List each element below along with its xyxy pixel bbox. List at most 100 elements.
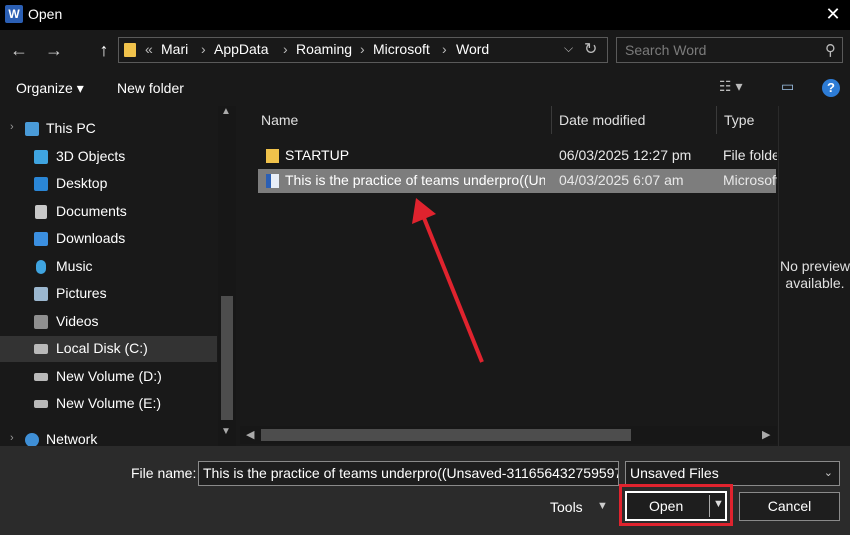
open-button[interactable]: Open ▼ <box>625 491 727 521</box>
close-button[interactable]: ✕ <box>816 0 850 30</box>
overflow-chevron-icon[interactable]: « <box>145 41 153 57</box>
drive-icon <box>34 400 48 408</box>
open-dropdown-icon[interactable]: ▼ <box>713 498 724 510</box>
forward-button[interactable]: → <box>43 39 65 61</box>
file-name: This is the practice of teams underpro((… <box>285 172 545 188</box>
file-date: 04/03/2025 6:07 am <box>559 172 684 188</box>
scrollbar-thumb[interactable] <box>221 296 233 420</box>
pictures-icon <box>34 287 48 301</box>
breadcrumb-mari[interactable]: Mari <box>161 41 188 57</box>
column-divider[interactable] <box>716 106 717 134</box>
dialog-footer: File name: This is the practice of teams… <box>0 446 850 535</box>
file-name-field[interactable]: This is the practice of teams underpro((… <box>198 461 619 486</box>
sidebar-item-downloads[interactable]: Downloads <box>0 226 217 252</box>
navigation-bar: ← → ↑ « Mari › AppData › Roaming › Micro… <box>0 30 850 70</box>
column-header-date[interactable]: Date modified <box>559 112 645 128</box>
video-icon <box>34 315 48 329</box>
scroll-left-icon[interactable]: ◀ <box>246 428 254 441</box>
sidebar-item-3d-objects[interactable]: 3D Objects <box>0 144 217 170</box>
sidebar-item-new-volume-d[interactable]: New Volume (D:) <box>0 364 217 390</box>
sidebar-item-label: Music <box>56 258 93 274</box>
open-button-label: Open <box>649 498 684 514</box>
title-bar: W Open ✕ <box>0 0 850 30</box>
sidebar-item-label: New Volume (E:) <box>56 395 162 411</box>
file-name: STARTUP <box>285 147 350 163</box>
preview-text-line: available. <box>785 275 845 291</box>
preview-pane: No preview available. <box>778 106 850 446</box>
breadcrumb-roaming[interactable]: Roaming <box>296 41 352 57</box>
sidebar-item-local-disk-c[interactable]: Local Disk (C:) <box>0 336 217 362</box>
sidebar-item-this-pc[interactable]: › This PC <box>0 116 217 142</box>
help-icon[interactable]: ? <box>822 79 840 97</box>
file-type-value: Unsaved Files <box>630 465 719 481</box>
search-placeholder: Search Word <box>625 42 707 58</box>
scroll-down-icon[interactable]: ▼ <box>221 426 231 437</box>
sidebar-item-videos[interactable]: Videos <box>0 309 217 335</box>
sidebar-item-new-volume-e[interactable]: New Volume (E:) <box>0 391 217 417</box>
scrollbar-thumb[interactable] <box>261 429 631 441</box>
file-type: File folder <box>723 147 777 163</box>
column-header-type[interactable]: Type <box>724 112 754 128</box>
scroll-up-icon[interactable]: ▲ <box>221 106 231 117</box>
sidebar-scrollbar[interactable]: ▲ ▼ <box>218 106 236 446</box>
search-input[interactable]: Search Word ⚲ <box>616 37 843 63</box>
command-toolbar: Organize ▾ New folder ☷ ▾ ▭ ? <box>0 70 850 106</box>
folder-icon <box>266 149 279 163</box>
chevron-down-icon[interactable]: ⌵ <box>564 41 573 56</box>
sidebar-item-pictures[interactable]: Pictures <box>0 281 217 307</box>
sidebar-item-label: Pictures <box>56 285 107 301</box>
sidebar-item-network[interactable]: › Network <box>0 427 217 446</box>
desktop-icon <box>34 177 48 191</box>
refresh-icon[interactable]: ↻ <box>584 39 597 59</box>
organize-button[interactable]: Organize ▾ <box>16 80 84 97</box>
cancel-button[interactable]: Cancel <box>739 492 840 521</box>
back-button[interactable]: ← <box>8 39 30 61</box>
button-divider <box>709 495 710 517</box>
file-type-select[interactable]: Unsaved Files ⌄ <box>625 461 840 486</box>
download-icon <box>34 232 48 246</box>
sidebar-item-label: Desktop <box>56 175 108 191</box>
word-doc-icon <box>266 174 279 188</box>
tools-button[interactable]: Tools <box>550 499 583 515</box>
scroll-right-icon[interactable]: ▶ <box>762 428 770 441</box>
breadcrumb-microsoft[interactable]: Microsoft <box>373 41 430 57</box>
chevron-right-icon: › <box>201 41 206 57</box>
cube-icon <box>34 150 48 164</box>
sidebar-item-label: Local Disk (C:) <box>56 340 148 356</box>
preview-text-line: No preview <box>779 258 850 274</box>
sidebar-item-desktop[interactable]: Desktop <box>0 171 217 197</box>
new-folder-button[interactable]: New folder <box>117 80 184 96</box>
up-button[interactable]: ↑ <box>93 39 115 61</box>
breadcrumb-word[interactable]: Word <box>456 41 489 57</box>
preview-pane-icon[interactable]: ▭ <box>781 78 794 95</box>
column-header-name[interactable]: Name <box>261 112 298 128</box>
sidebar-item-label: New Volume (D:) <box>56 368 162 384</box>
sidebar-item-label: Videos <box>56 313 99 329</box>
column-divider[interactable] <box>551 106 552 134</box>
chevron-right-icon[interactable]: › <box>10 121 14 133</box>
sidebar-item-documents[interactable]: Documents <box>0 199 217 225</box>
view-options-icon[interactable]: ☷ ▾ <box>719 78 742 95</box>
network-icon <box>25 433 39 446</box>
preview-message: No preview available. <box>779 258 850 292</box>
breadcrumb-appdata[interactable]: AppData <box>214 41 268 57</box>
file-type: Microsoft Word <box>723 172 777 188</box>
sidebar-item-label: 3D Objects <box>56 148 126 164</box>
sidebar-item-label: Downloads <box>56 230 126 246</box>
file-row-startup[interactable]: STARTUP 06/03/2025 12:27 pm File folder <box>258 144 777 168</box>
chevron-right-icon[interactable]: › <box>10 432 14 444</box>
chevron-right-icon: › <box>442 41 447 57</box>
sidebar-item-label: Documents <box>56 203 127 219</box>
horizontal-scrollbar[interactable]: ◀ ▶ <box>240 426 777 444</box>
chevron-down-icon[interactable]: ▼ <box>597 500 608 512</box>
search-icon[interactable]: ⚲ <box>825 41 836 59</box>
sidebar-item-label: This PC <box>46 120 96 136</box>
drive-icon <box>34 373 48 381</box>
file-row-word-document[interactable]: This is the practice of teams underpro((… <box>258 169 777 193</box>
address-bar[interactable]: « Mari › AppData › Roaming › Microsoft ›… <box>118 37 608 63</box>
pc-icon <box>25 122 39 136</box>
file-list: ⌃ Name Date modified Type STARTUP 06/03/… <box>240 106 777 446</box>
file-date: 06/03/2025 12:27 pm <box>559 147 692 163</box>
sidebar-item-music[interactable]: Music <box>0 254 217 280</box>
sort-ascending-icon: ⌃ <box>398 106 407 112</box>
